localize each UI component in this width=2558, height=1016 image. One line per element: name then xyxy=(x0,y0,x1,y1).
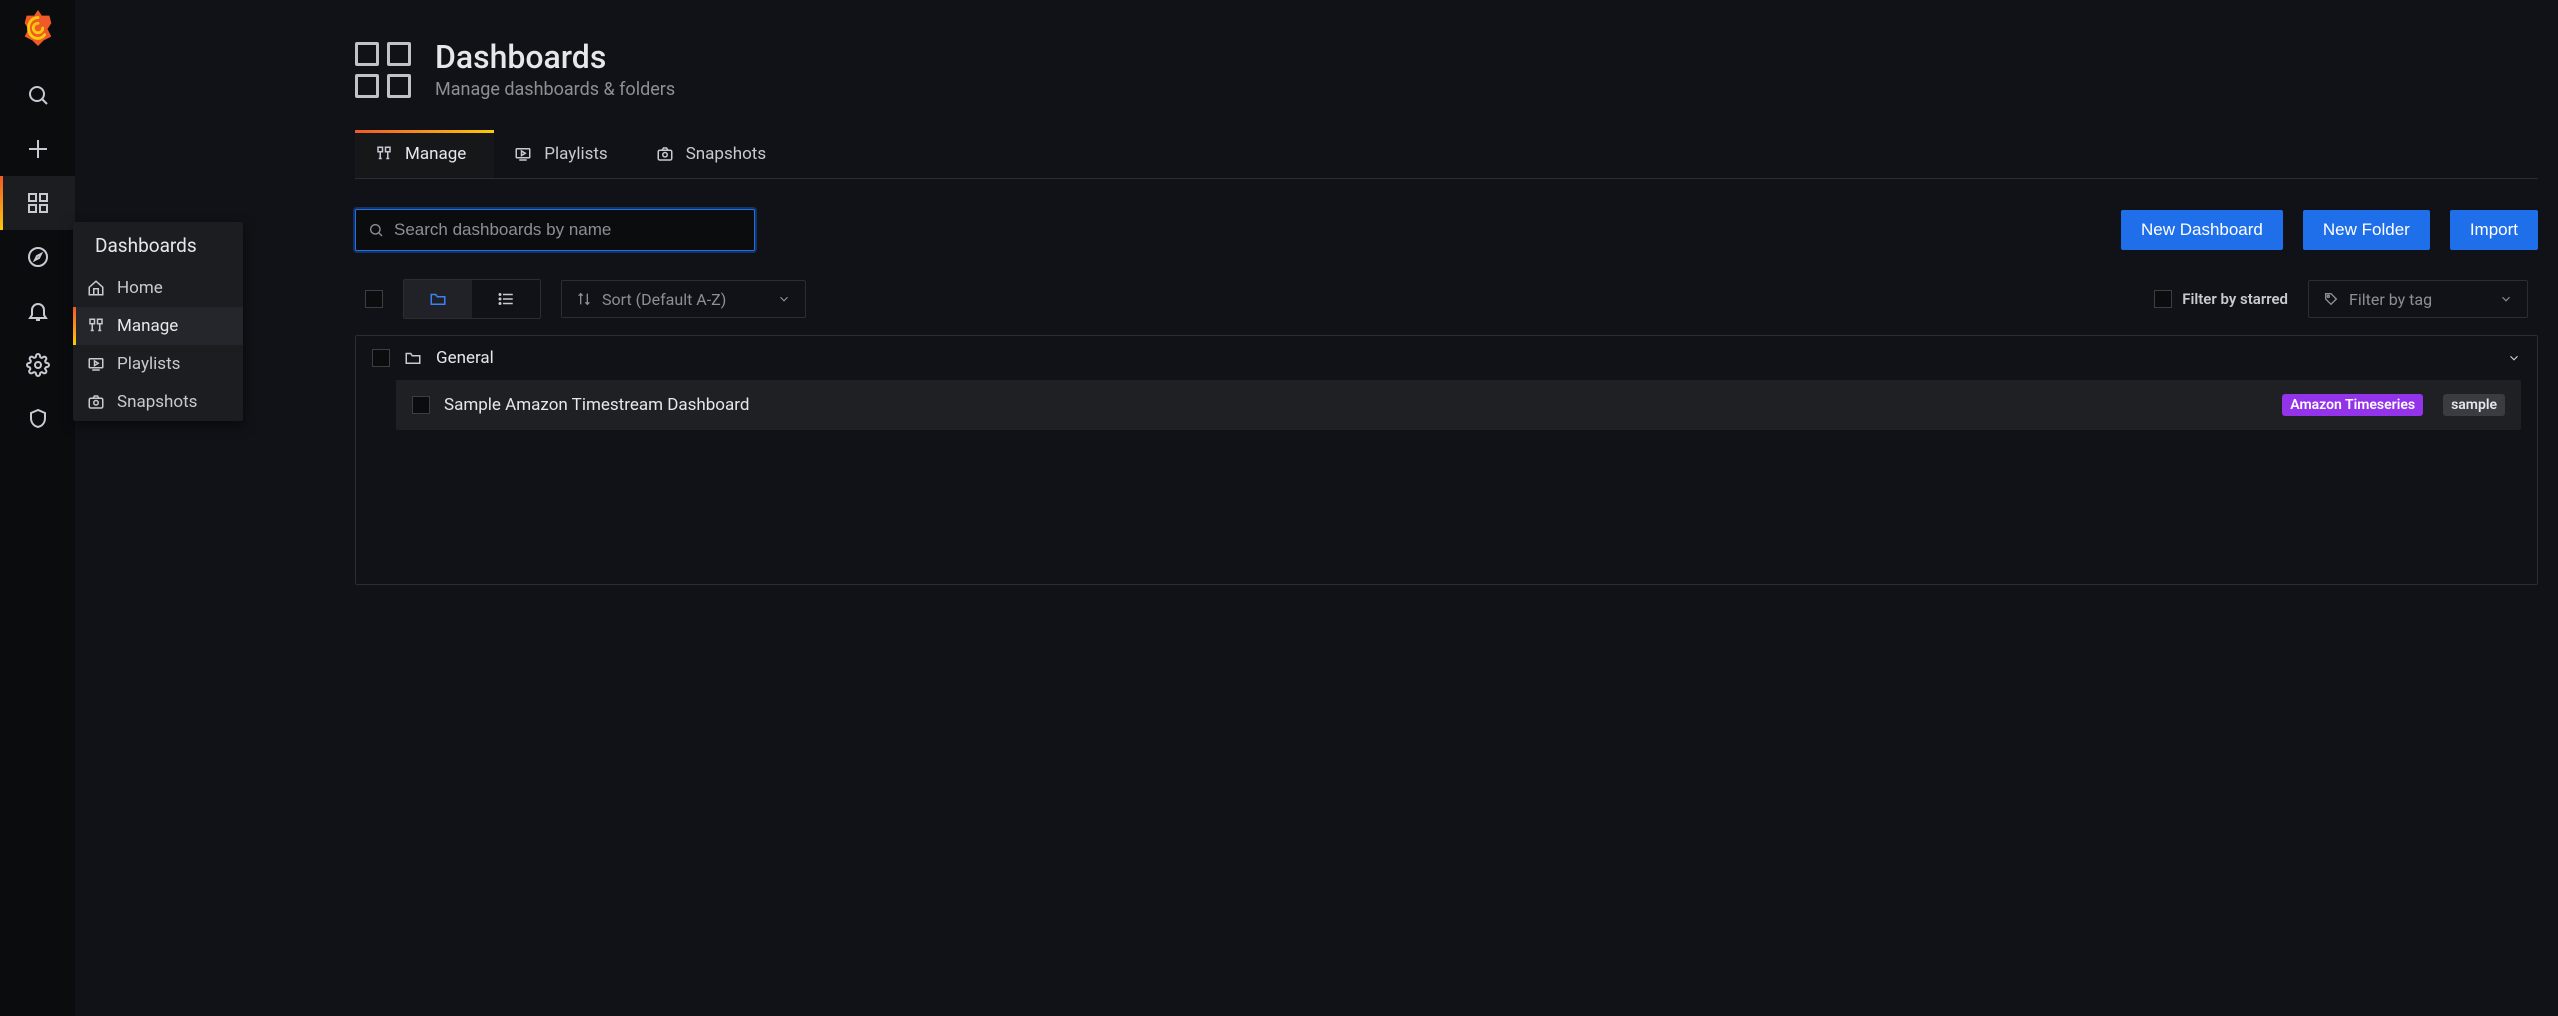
tab-playlists[interactable]: Playlists xyxy=(494,130,635,178)
dashboards-icon xyxy=(355,42,411,98)
page-subtitle: Manage dashboards & folders xyxy=(435,79,675,100)
folder-icon xyxy=(429,290,447,308)
view-list-button[interactable] xyxy=(472,280,540,318)
tab-label: Manage xyxy=(405,144,466,164)
flyout-item-label: Manage xyxy=(117,316,178,336)
action-row: New Dashboard New Folder Import xyxy=(355,209,2538,251)
filter-starred-label: Filter by starred xyxy=(2182,290,2288,308)
tab-label: Snapshots xyxy=(686,144,766,164)
sort-icon xyxy=(576,291,592,307)
import-button[interactable]: Import xyxy=(2450,210,2538,250)
main-content: Dashboards Manage dashboards & folders M… xyxy=(75,0,2558,1016)
view-folder-button[interactable] xyxy=(404,280,472,318)
new-folder-button[interactable]: New Folder xyxy=(2303,210,2430,250)
flyout-item-label: Home xyxy=(117,278,163,298)
nav-create[interactable] xyxy=(0,122,75,176)
view-toggle xyxy=(403,279,541,319)
tag-icon xyxy=(2323,291,2339,307)
flyout-item-home[interactable]: Home xyxy=(73,269,243,307)
tab-snapshots[interactable]: Snapshots xyxy=(636,130,794,178)
chevron-down-icon xyxy=(2499,292,2513,306)
sort-select[interactable]: Sort (Default A-Z) xyxy=(561,280,806,318)
folder-row[interactable]: General xyxy=(356,336,2537,380)
tag[interactable]: sample xyxy=(2443,394,2505,416)
chevron-down-icon xyxy=(777,292,791,306)
dashboard-list: General Sample Amazon Timestream Dashboa… xyxy=(355,335,2538,585)
nav-explore[interactable] xyxy=(0,230,75,284)
new-dashboard-button[interactable]: New Dashboard xyxy=(2121,210,2283,250)
select-all-checkbox[interactable] xyxy=(365,290,383,308)
flyout-title: Dashboards xyxy=(73,222,243,269)
dashboard-checkbox[interactable] xyxy=(412,396,430,414)
dashboards-flyout: Dashboards Home Manage Playlists Snapsho… xyxy=(73,222,243,421)
page-header: Dashboards Manage dashboards & folders xyxy=(355,40,2538,100)
chevron-down-icon xyxy=(2507,351,2521,365)
search-icon xyxy=(368,222,384,238)
page-title: Dashboards xyxy=(435,40,675,75)
filter-tag-label: Filter by tag xyxy=(2349,290,2432,309)
folder-checkbox[interactable] xyxy=(372,349,390,367)
filter-tag-select[interactable]: Filter by tag xyxy=(2308,280,2528,318)
flyout-item-snapshots[interactable]: Snapshots xyxy=(73,383,243,421)
filter-starred-checkbox[interactable] xyxy=(2154,290,2172,308)
search-wrap[interactable] xyxy=(355,209,755,251)
nav-admin[interactable] xyxy=(0,392,75,446)
tab-label: Playlists xyxy=(544,144,607,164)
flyout-item-manage[interactable]: Manage xyxy=(73,307,243,345)
flyout-item-label: Playlists xyxy=(117,354,180,374)
tabs: Manage Playlists Snapshots xyxy=(355,130,2538,179)
flyout-item-playlists[interactable]: Playlists xyxy=(73,345,243,383)
sort-label: Sort (Default A-Z) xyxy=(602,290,726,309)
filter-starred[interactable]: Filter by starred xyxy=(2154,290,2288,308)
nav-dashboards[interactable] xyxy=(0,176,75,230)
nav-config[interactable] xyxy=(0,338,75,392)
dashboard-name: Sample Amazon Timestream Dashboard xyxy=(444,395,2262,415)
flyout-item-label: Snapshots xyxy=(117,392,197,412)
nav-alerting[interactable] xyxy=(0,284,75,338)
tag[interactable]: Amazon Timeseries xyxy=(2282,394,2423,416)
grafana-logo[interactable] xyxy=(0,0,75,68)
dashboard-item[interactable]: Sample Amazon Timestream Dashboard Amazo… xyxy=(396,380,2521,430)
filter-toolbar: Sort (Default A-Z) Filter by starred Fil… xyxy=(355,279,2538,335)
list-icon xyxy=(497,290,515,308)
search-input[interactable] xyxy=(394,220,742,240)
nav-search[interactable] xyxy=(0,68,75,122)
tab-manage[interactable]: Manage xyxy=(355,130,494,178)
sidebar-rail xyxy=(0,0,75,1016)
folder-icon xyxy=(404,349,422,367)
folder-name: General xyxy=(436,348,2493,368)
